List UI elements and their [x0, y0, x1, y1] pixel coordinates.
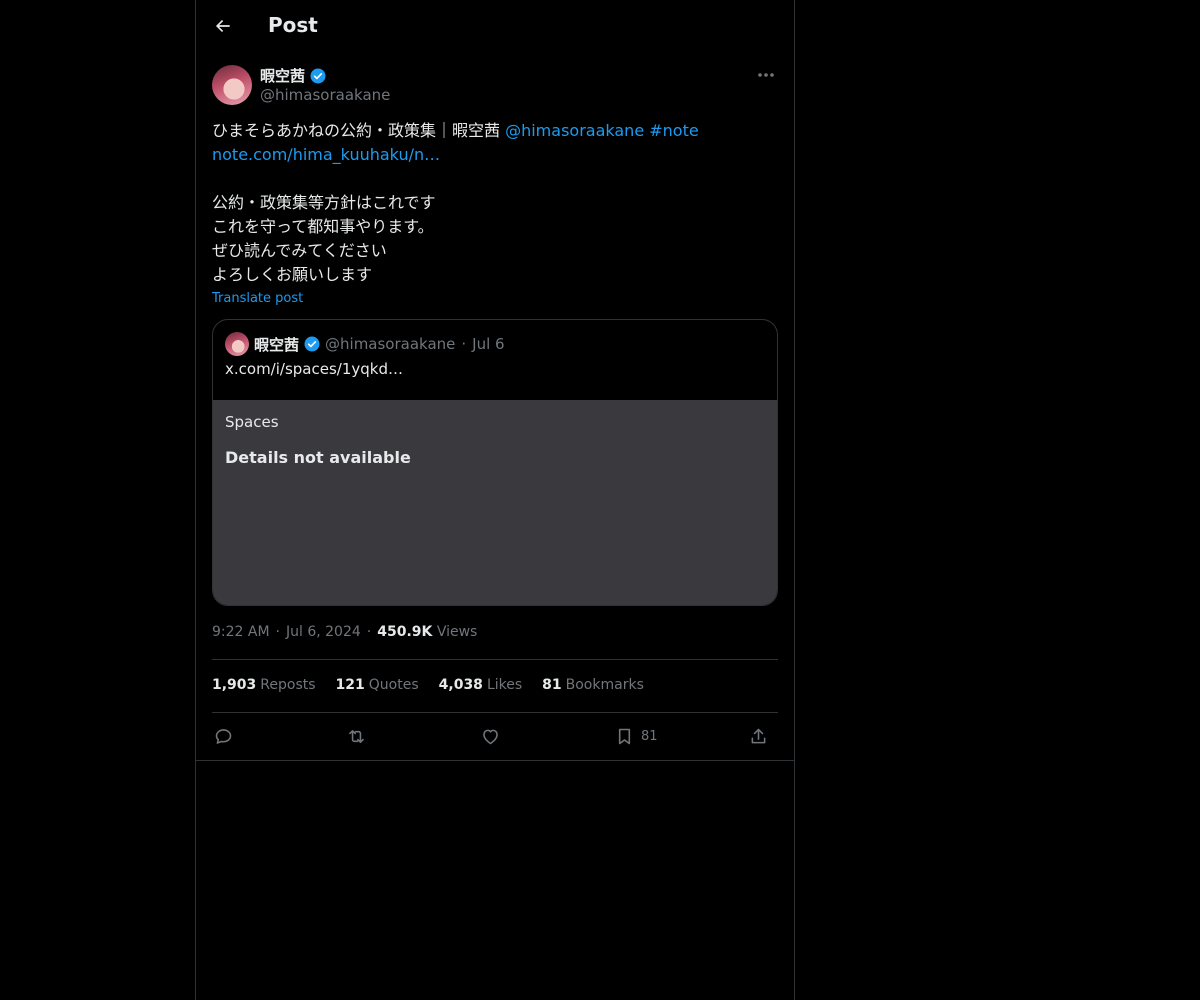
- quoted-post-header: 暇空茜 @himasoraakane · Jul 6: [225, 332, 505, 356]
- page-header: Post: [196, 0, 794, 54]
- post-text-title: ひまそらあかねの公約・政策集｜暇空茜: [212, 121, 506, 140]
- more-button[interactable]: [754, 65, 778, 85]
- bookmark-count: 81: [641, 728, 658, 744]
- bookmarks-stat[interactable]: 81 Bookmarks: [542, 677, 644, 693]
- quoted-post[interactable]: 暇空茜 @himasoraakane · Jul 6 x.com/i/space…: [212, 319, 778, 606]
- divider: [212, 712, 778, 713]
- verified-badge-icon: [310, 68, 326, 83]
- post-body-line: これを守って都知事やります。: [212, 217, 434, 236]
- like-button[interactable]: [480, 724, 501, 748]
- post-stats: 1,903 Reposts 121 Quotes 4,038 Likes 81 Book…: [212, 677, 644, 693]
- quoted-display-name: 暇空茜: [254, 335, 300, 354]
- reposts-stat[interactable]: 1,903 Reposts: [212, 677, 316, 693]
- post-line-1: ひまそらあかねの公約・政策集｜暇空茜 @himasoraakane #note: [212, 119, 772, 143]
- post-author: 暇空茜 @himasoraakane: [212, 65, 778, 107]
- views-label: Views: [436, 624, 478, 640]
- primary-column: Post 暇空茜 @himasoraakane ひまそらあかねの公約・政策集｜暇…: [195, 0, 795, 1000]
- author-name-text: 暇空茜: [260, 67, 306, 85]
- back-button[interactable]: [206, 9, 240, 43]
- separator-dot: ·: [366, 624, 372, 640]
- post-time[interactable]: 9:22 AM: [212, 624, 270, 640]
- post-body-line: 公約・政策集等方針はこれです: [212, 193, 436, 212]
- repost-button[interactable]: [346, 724, 367, 748]
- separator-dot: ·: [275, 624, 280, 640]
- mention-link[interactable]: @himasoraakane: [505, 121, 644, 140]
- verified-badge-icon: [304, 336, 320, 352]
- post-text: ひまそらあかねの公約・政策集｜暇空茜 @himasoraakane #note …: [212, 119, 772, 287]
- post-date[interactable]: Jul 6, 2024: [286, 624, 361, 640]
- author-handle[interactable]: @himasoraakane: [260, 86, 390, 104]
- bookmark-icon: [618, 728, 631, 744]
- post-meta: 9:22 AM · Jul 6, 2024 · 450.9K Views: [212, 624, 477, 640]
- page-title: Post: [268, 13, 318, 37]
- views-count: 450.9K: [377, 624, 433, 640]
- arrow-left-icon: [215, 19, 230, 33]
- post-body-line: ぜひ読んでみてください: [212, 241, 387, 260]
- quoted-date: Jul 6: [472, 335, 505, 353]
- repost-icon: [349, 729, 364, 743]
- share-icon: [751, 728, 766, 743]
- author-display-name[interactable]: 暇空茜: [260, 65, 327, 86]
- separator-dot: ·: [461, 335, 467, 353]
- more-horizontal-icon: [758, 73, 774, 77]
- avatar[interactable]: [212, 65, 252, 105]
- divider: [196, 760, 794, 761]
- quoted-avatar: [225, 332, 249, 356]
- reply-button[interactable]: [213, 724, 234, 748]
- external-link[interactable]: note.com/hima_kuuhaku/n…: [212, 143, 772, 167]
- heart-icon: [483, 729, 498, 744]
- spaces-card[interactable]: Spaces Details not available: [213, 400, 777, 605]
- spaces-card-label: Spaces: [225, 413, 279, 431]
- reply-icon: [215, 728, 232, 744]
- bookmark-button[interactable]: 81: [614, 724, 658, 748]
- likes-stat[interactable]: 4,038 Likes: [439, 677, 523, 693]
- quoted-text: x.com/i/spaces/1yqkd…: [225, 360, 403, 378]
- post-body-line: よろしくお願いします: [212, 265, 373, 284]
- translate-post-link[interactable]: Translate post: [212, 291, 303, 306]
- hashtag-link[interactable]: #note: [649, 121, 698, 140]
- spaces-card-status: Details not available: [225, 448, 411, 467]
- action-bar: 81: [212, 724, 778, 748]
- divider: [212, 659, 778, 660]
- quotes-stat[interactable]: 121 Quotes: [336, 677, 419, 693]
- share-button[interactable]: [748, 724, 769, 748]
- quoted-handle: @himasoraakane: [325, 335, 456, 353]
